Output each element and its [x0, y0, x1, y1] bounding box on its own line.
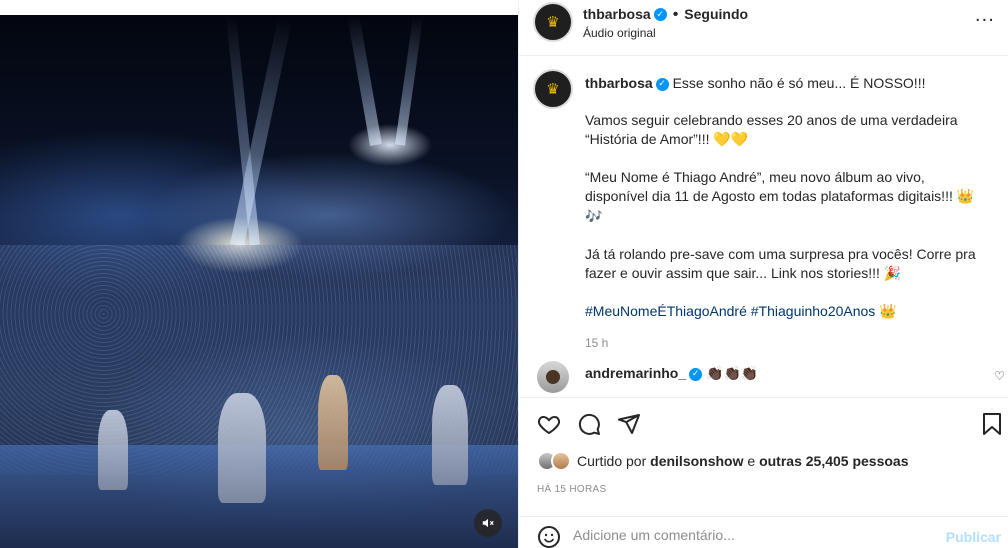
likes-connector: e — [747, 453, 756, 469]
volume-muted-icon — [482, 518, 494, 528]
crown-logo-icon: ♛ — [546, 13, 560, 31]
crown-logo-icon: ♛ — [546, 80, 560, 98]
comment-input[interactable] — [573, 527, 903, 543]
hashtag-link[interactable]: #Thiaguinho20Anos — [751, 303, 876, 319]
comment-text: 👏🏿👏🏿👏🏿 — [706, 366, 759, 382]
caption-paragraph-2: Vamos seguir celebrando esses 20 anos de… — [585, 112, 958, 147]
bookmark-icon — [983, 413, 1001, 435]
heart-icon — [537, 416, 561, 434]
save-button[interactable] — [981, 412, 1003, 441]
separator-dot: • — [672, 6, 679, 23]
action-bar — [519, 397, 1008, 453]
person-face-icon — [546, 370, 560, 384]
heart-outline-icon: ♡ — [994, 369, 1005, 383]
commenter-avatar[interactable] — [537, 361, 569, 393]
paper-plane-icon — [618, 414, 640, 434]
add-comment-bar: Publicar — [519, 516, 1008, 548]
caption-paragraph-3: “Meu Nome é Thiago André”, meu novo álbu… — [585, 169, 953, 204]
yellow-hearts-emoji: 💛💛 — [713, 132, 749, 148]
post-header: ♛ thbarbosa ✓ • Seguindo Áudio original ··· — [519, 0, 1008, 56]
caption-paragraph-4: Já tá rolando pre-save com uma surpresa … — [585, 246, 976, 281]
like-button[interactable] — [537, 412, 561, 441]
likes-prefix: Curtido por — [577, 453, 647, 469]
commenter-username[interactable]: andremarinho_ — [585, 365, 686, 381]
mute-button[interactable] — [474, 509, 502, 537]
hashtag-link[interactable]: #MeuNomeÉThiagoAndré — [585, 303, 747, 319]
comment-item: andremarinho_ ✓ 👏🏿👏🏿👏🏿 ♡ — [519, 355, 1008, 395]
caption-time[interactable]: 15 h — [585, 334, 985, 353]
caption-author-avatar[interactable]: ♛ — [533, 69, 573, 109]
header-title-row: thbarbosa ✓ • Seguindo — [583, 6, 748, 24]
verified-badge-icon: ✓ — [689, 367, 703, 381]
comment-like-button[interactable]: ♡ — [994, 369, 1005, 383]
verified-badge-icon: ✓ — [653, 8, 667, 22]
post-timestamp[interactable]: HÁ 15 HORAS — [537, 484, 606, 495]
audio-label[interactable]: Áudio original — [583, 26, 656, 40]
emoji-button[interactable] — [537, 525, 561, 548]
smiley-icon — [538, 526, 560, 548]
comment-icon — [578, 413, 600, 435]
liker-avatar[interactable] — [551, 451, 571, 471]
performer — [98, 410, 128, 490]
post-video[interactable] — [0, 15, 518, 548]
publish-button[interactable]: Publicar — [946, 529, 1001, 545]
following-button[interactable]: Seguindo — [684, 6, 748, 22]
comment-content: andremarinho_ ✓ 👏🏿👏🏿👏🏿 — [585, 365, 758, 382]
author-username[interactable]: thbarbosa — [583, 6, 651, 22]
likes-summary: Curtido por denilsonshow e outras 25,405… — [537, 451, 909, 471]
caption-text: thbarbosa ✓ Esse sonho não é só meu... É … — [585, 74, 985, 371]
author-avatar[interactable]: ♛ — [533, 2, 573, 42]
share-button[interactable] — [617, 412, 641, 441]
likes-others-link[interactable]: outras 25,405 pessoas — [759, 453, 908, 469]
caption-area: ♛ thbarbosa ✓ Esse sonho não é só meu... … — [519, 57, 1008, 397]
liker-username[interactable]: denilsonshow — [650, 453, 743, 469]
comment-button[interactable] — [577, 412, 601, 441]
post-sidebar: ♛ thbarbosa ✓ • Seguindo Áudio original ···… — [518, 0, 1008, 548]
party-emoji: 🎉 — [883, 266, 902, 282]
performer — [318, 375, 348, 470]
light-beam — [395, 15, 424, 146]
performer — [218, 393, 266, 503]
light-beam — [347, 15, 382, 147]
performer — [432, 385, 468, 485]
caption-line-1: Esse sonho não é só meu... É NOSSO!!! — [672, 75, 926, 91]
crown-emoji: 👑 — [879, 304, 897, 320]
caption-author-username[interactable]: thbarbosa — [585, 75, 653, 91]
verified-badge-icon: ✓ — [655, 77, 669, 91]
more-horizontal-icon: ··· — [974, 10, 995, 31]
more-options-button[interactable]: ··· — [975, 10, 995, 31]
